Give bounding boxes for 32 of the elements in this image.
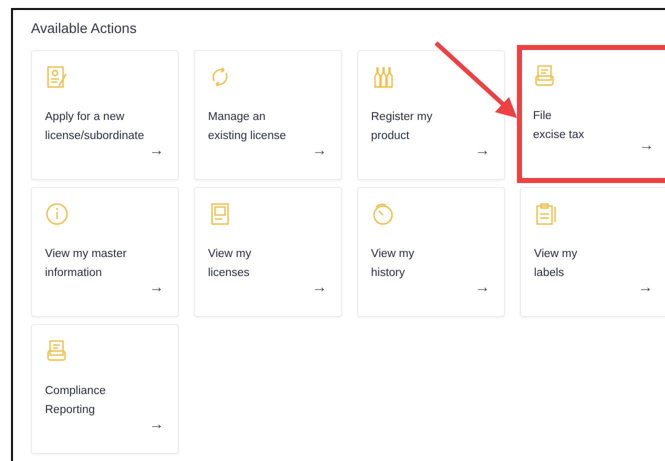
action-card[interactable]: View my licenses → [194,187,342,317]
action-card[interactable]: Manage an existing license → [194,50,342,180]
action-card[interactable]: View my labels → [520,187,665,317]
action-label: View my labels [534,247,578,281]
arrow-link[interactable]: → [149,417,164,433]
action-label: Compliance Reporting [45,384,107,418]
action-label: File excise tax [533,109,586,143]
arrow-link[interactable]: → [475,280,490,296]
action-label: Register my product [371,110,434,144]
action-label: Apply for a new license/subordinate [45,110,146,144]
action-label: View my history [371,247,416,281]
action-card[interactable]: Compliance Reporting → [31,324,179,454]
document-pen-icon [45,65,69,89]
info-icon [45,202,69,226]
arrow-link[interactable]: → [312,280,327,296]
action-label: Manage an existing license [208,110,287,144]
action-card[interactable]: View my history → [357,187,505,317]
arrow-link[interactable]: → [639,138,654,154]
action-label: View my master information [45,247,128,281]
action-card[interactable]: Apply for a new license/subordinate → [31,50,179,180]
arrow-link[interactable]: → [149,280,164,296]
action-card[interactable]: File excise tax → [517,45,665,183]
arrow-link[interactable]: → [312,143,327,159]
section-title: Available Actions [31,19,138,37]
arrow-link[interactable]: → [638,280,653,296]
clipboard-icon [534,202,558,226]
arrow-link[interactable]: → [475,143,490,159]
action-label: View my licenses [208,247,252,281]
action-card[interactable]: View my master information → [31,187,179,317]
clock-icon [371,202,395,226]
action-card[interactable]: Register my product → [357,50,505,180]
arrow-link[interactable]: → [149,143,164,159]
